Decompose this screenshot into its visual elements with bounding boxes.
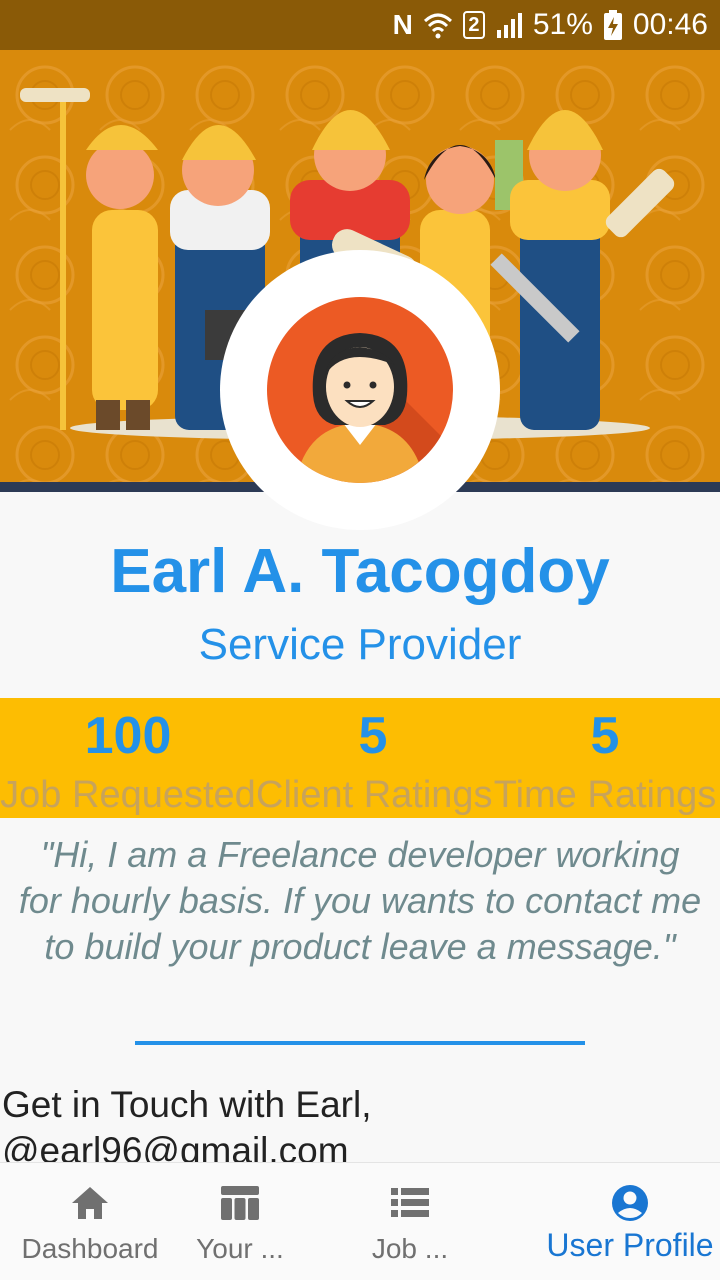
contact-heading: Get in Touch with Earl, — [2, 1084, 372, 1125]
avatar-image — [267, 297, 453, 483]
home-icon — [70, 1183, 110, 1223]
table-icon — [220, 1183, 260, 1223]
signal-icon — [495, 12, 523, 38]
clock: 00:46 — [632, 8, 708, 41]
stat-value: 5 — [358, 707, 388, 765]
nav-label: User Profile — [546, 1227, 714, 1263]
account-circle-icon — [610, 1183, 650, 1223]
stat-value: 5 — [590, 707, 620, 765]
stats-bar: 100 Job Requested 5 Client Ratings 5 Tim… — [0, 698, 720, 818]
nav-your[interactable]: Your ... — [180, 1163, 300, 1280]
stat-time-ratings: 5 Time Ratings — [490, 698, 720, 814]
status-bar: N 2 51% 00:46 — [0, 0, 720, 50]
bottom-navigation: Dashboard Your ... Job ... User Profile — [0, 1162, 720, 1280]
nav-job[interactable]: Job ... — [350, 1163, 470, 1280]
nav-label: Dashboard — [21, 1233, 159, 1264]
wifi-icon — [423, 11, 453, 39]
stat-client-ratings: 5 Client Ratings — [256, 698, 493, 816]
battery-percent: 51% — [532, 8, 593, 41]
battery-charging-icon — [603, 10, 623, 40]
contact-section: Get in Touch with Earl, @earl96@gmail.co… — [2, 1082, 702, 1174]
list-icon — [391, 1183, 429, 1223]
stat-label: Time Ratings — [493, 774, 717, 816]
avatar[interactable] — [220, 250, 500, 530]
divider — [135, 1041, 585, 1045]
nav-label: Your ... — [196, 1233, 284, 1264]
stat-value: 100 — [84, 707, 172, 765]
bio-quote: "Hi, I am a Freelance developer working … — [18, 834, 702, 967]
nav-label: Job ... — [371, 1233, 449, 1264]
sim-badge: 2 — [462, 11, 485, 39]
stat-job-requested: 100 Job Requested — [0, 698, 256, 814]
profile-name: Earl A. Tacogdoy — [110, 537, 610, 606]
app-root: N 2 51% 00:46 Earl A. Tacogdoy Service P… — [0, 0, 720, 1280]
nav-user-profile[interactable]: User Profile — [540, 1163, 720, 1280]
stat-label: Job Requested — [0, 774, 256, 816]
profile-role: Service Provider — [198, 620, 522, 669]
nfc-icon: N — [392, 9, 413, 40]
nav-dashboard[interactable]: Dashboard — [10, 1163, 170, 1280]
stat-label: Client Ratings — [256, 774, 493, 816]
